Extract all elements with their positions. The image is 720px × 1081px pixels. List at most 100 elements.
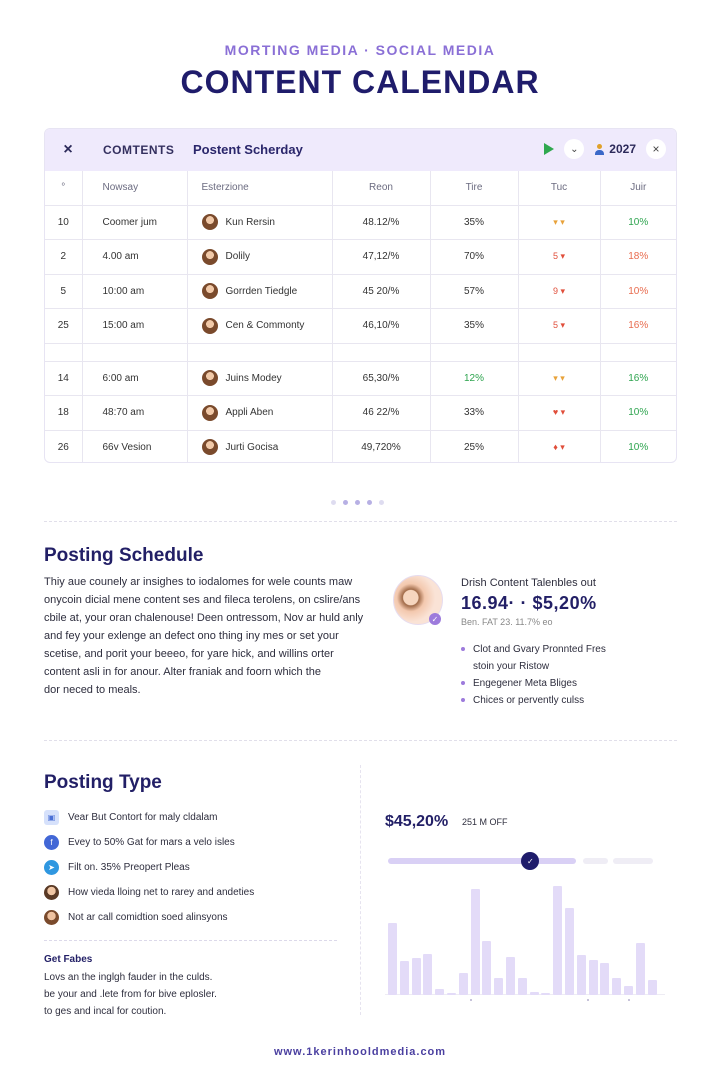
- table-cell: 45 20/%: [332, 274, 431, 309]
- table-row[interactable]: 2 4.00 am Dolily 47,12/% 70% 5 ▾ 18%: [45, 239, 676, 275]
- chart-bar: [635, 943, 645, 995]
- table-cell: 6:00 am: [82, 361, 188, 396]
- footer-url[interactable]: www.1kerinhooldmedia.com: [0, 1046, 720, 1058]
- entry-name: Cen & Commonty: [225, 320, 305, 332]
- slider-track-segment: [583, 858, 608, 864]
- pagination-dot[interactable]: [367, 500, 372, 505]
- table-cell: ▾ ▾: [518, 361, 601, 396]
- table-row[interactable]: 25 15:00 am Cen & Commonty 46,10/% 35% 5 ▾ 16%: [45, 308, 676, 344]
- play-icon[interactable]: [544, 143, 555, 155]
- table-cell: Cen & Commonty: [187, 308, 333, 344]
- close-icon[interactable]: ×: [57, 139, 79, 161]
- pagination-dot[interactable]: [379, 500, 384, 505]
- chevron-down-icon[interactable]: ⌄: [564, 139, 585, 159]
- reach-value: 46 22/%: [362, 407, 400, 419]
- table-row[interactable]: 14 6:00 am Juins Modey 65,30/% 12% ▾ ▾ 16%: [45, 361, 676, 396]
- stat-caption: Ben. FAT 23. 11.7% eo: [461, 617, 553, 627]
- table-cell: Coomer jum: [82, 205, 188, 240]
- reach-value: 45 20/%: [362, 285, 400, 297]
- posting-type-item[interactable]: f Evey to 50% Gat for mars a velo isles: [44, 830, 254, 855]
- entry-name: Gorrden Tiedgle: [225, 285, 298, 297]
- column-header: Reon: [332, 171, 431, 206]
- row-index: 18: [57, 407, 69, 419]
- table-cell: [45, 343, 83, 362]
- get-fabes-text: Lovs an the inglgh fauder in the culds. b…: [44, 969, 217, 1020]
- row-name: Coomer jum: [102, 216, 157, 228]
- entry-name: Dolily: [225, 251, 250, 263]
- column-header: Juir: [600, 171, 676, 206]
- row-name: 48:70 am: [102, 407, 145, 419]
- table-cell: ♦ ▾: [518, 430, 601, 462]
- table-cell: 26: [45, 430, 83, 462]
- range-slider[interactable]: ✓: [388, 852, 653, 870]
- bar-chart: [385, 880, 665, 995]
- trend-indicator: 9 ▾: [552, 285, 566, 296]
- table-cell: 48.12/%: [332, 205, 431, 240]
- column-header: Tuc: [518, 171, 601, 206]
- pagination-dot[interactable]: [355, 500, 360, 505]
- chart-bar: [529, 991, 539, 995]
- pagination-dot-active[interactable]: [343, 500, 348, 505]
- section-divider: [44, 521, 677, 522]
- column-header: Esterzione: [187, 171, 333, 206]
- posting-type-item[interactable]: Not ar call comidtion soed alinsyons: [44, 905, 254, 930]
- column-header: Tire: [430, 171, 519, 206]
- posting-type-item[interactable]: ➤ Filt on. 35% Preopert Pleas: [44, 855, 254, 880]
- year-selector[interactable]: 2027: [594, 142, 636, 156]
- percent-value: 16%: [628, 320, 649, 332]
- table-cell: 2: [45, 239, 83, 275]
- row-name: 15:00 am: [102, 320, 145, 332]
- text-line: onycoin dicial mene content ses and file…: [44, 594, 361, 606]
- check-badge-icon: ✓: [429, 613, 441, 625]
- table-row[interactable]: 10 Coomer jum Kun Rersin 48.12/% 35% ▾ ▾ 10%: [45, 205, 676, 240]
- section-divider: [44, 940, 337, 941]
- table-cell: 9 ▾: [518, 274, 601, 309]
- table-row[interactable]: 18 48:70 am Appli Aben 46 22/% 33% ♥ ▾ 10%: [45, 395, 676, 431]
- reach-value: 48.12/%: [362, 216, 400, 228]
- table-cell: 35%: [430, 205, 519, 240]
- posting-type-item[interactable]: ▣ Vear But Contort for maly cldalam: [44, 805, 254, 830]
- image-icon: ▣: [44, 810, 59, 825]
- table-cell: 46,10/%: [332, 308, 431, 344]
- person-avatar-icon: [44, 885, 59, 900]
- table-cell: Appli Aben: [187, 395, 333, 431]
- text-line: dor neced to meals.: [44, 684, 141, 696]
- time-value: 12%: [463, 372, 484, 384]
- slider-track-segment: [613, 858, 653, 864]
- table-row[interactable]: 5 10:00 am Gorrden Tiedgle 45 20/% 57% 9 ▾ 10%: [45, 274, 676, 309]
- table-cell: 5: [45, 274, 83, 309]
- chart-bar: [411, 958, 421, 995]
- tab-contents[interactable]: COMTENTS: [103, 143, 174, 157]
- avatar: [201, 214, 218, 231]
- pagination-dots: [331, 500, 384, 505]
- chart-bar: [517, 978, 527, 995]
- trend-indicator: ▾ ▾: [553, 372, 565, 383]
- close-icon[interactable]: ×: [646, 139, 666, 159]
- pagination-dot[interactable]: [331, 500, 336, 505]
- reach-value: 47,12/%: [362, 251, 400, 263]
- slider-handle[interactable]: ✓: [521, 852, 540, 870]
- row-name: 66v Vesion: [102, 441, 152, 453]
- posting-type-label: Vear But Contort for maly cldalam: [68, 812, 218, 823]
- entry-cell: Gorrden Tiedgle: [201, 283, 332, 300]
- tab-posting-schedule[interactable]: Postent Scherday: [193, 142, 303, 157]
- row-index: 2: [60, 251, 67, 263]
- table-row[interactable]: 26 66v Vesion Jurti Gocisa 49,720% 25% ♦ ▾ 10%: [45, 430, 676, 462]
- entry-cell: Appli Aben: [201, 404, 332, 421]
- chart-bar: [588, 960, 598, 995]
- posting-schedule-text: Thiy aue counely ar insighes to iodalome…: [44, 573, 374, 699]
- table-cell: 47,12/%: [332, 239, 431, 275]
- text-line: Thiy aue counely ar insighes to iodalome…: [44, 576, 353, 588]
- bullet-item: Chices or pervently culss: [461, 692, 606, 709]
- axis-tick: [470, 999, 472, 1001]
- table-cell: [82, 343, 188, 362]
- table-cell: ♥ ▾: [518, 395, 601, 431]
- posting-type-item[interactable]: How vieda lloing net to rarey and andeti…: [44, 880, 254, 905]
- table-cell: 5 ▾: [518, 308, 601, 344]
- row-index: 10: [57, 216, 69, 228]
- table-cell: Gorrden Tiedgle: [187, 274, 333, 309]
- table-cell: 35%: [430, 308, 519, 344]
- entry-name: Appli Aben: [225, 407, 274, 419]
- table-cell: 70%: [430, 239, 519, 275]
- avatar: [201, 439, 218, 456]
